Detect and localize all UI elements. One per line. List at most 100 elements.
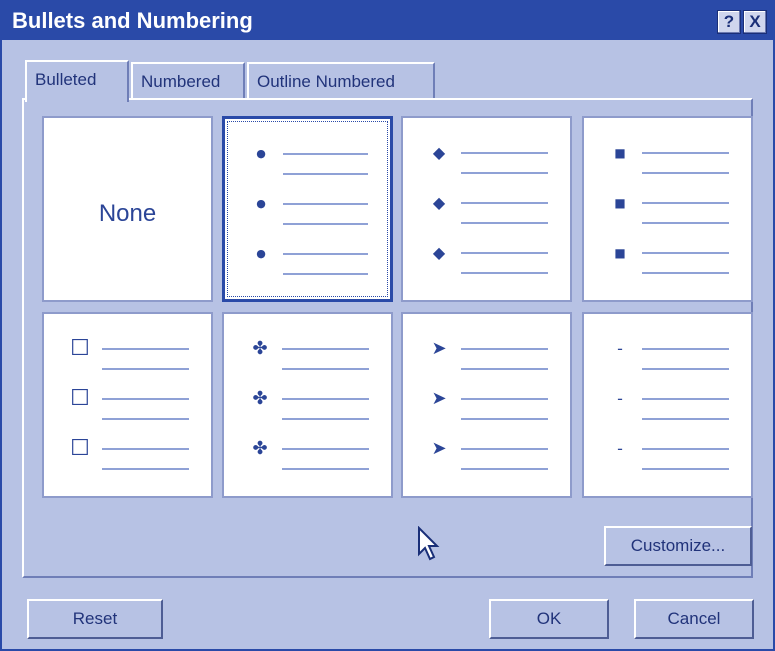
bullet-glyph-icon: ● [256,197,266,210]
text-line-placeholder [642,252,729,254]
bullet-glyph-icon: - [617,439,623,458]
ok-button[interactable]: OK [489,599,609,639]
bullet-preview-row: ✤ [224,338,391,378]
bullet-style-tile[interactable]: ✤ ✤ ✤ [222,312,393,498]
bullet-preview-row: ● [225,143,390,183]
text-line-placeholder [461,272,548,274]
text-line-placeholder [102,398,189,400]
text-line-placeholder [283,223,368,225]
bullet-glyph-icon: ■ [614,146,626,160]
bullet-glyph-icon: ✤ [252,388,268,409]
bullet-style-tile[interactable]: ■ ■ ■ [582,116,753,302]
bullet-style-tile[interactable]: None [42,116,213,302]
text-line-placeholder [461,398,548,400]
text-line-placeholder [102,348,189,350]
bullet-style-tile[interactable]: ➤ ➤ ➤ [401,312,572,498]
text-line-placeholder [642,152,729,154]
text-line-placeholder [642,272,729,274]
text-line-placeholder [282,348,369,350]
bullet-style-tile[interactable]: - - - [582,312,753,498]
mouse-pointer-icon [418,526,440,561]
tab-numbered[interactable]: Numbered [131,62,245,98]
customize-button[interactable]: Customize... [604,526,752,566]
text-line-placeholder [642,418,729,420]
bullet-preview-row: ☐ [44,388,211,428]
bullet-preview-row: ➤ [403,388,570,428]
text-line-placeholder [283,253,368,255]
titlebar[interactable]: Bullets and Numbering ? X [2,2,773,40]
bullet-glyph-icon: ☐ [70,386,90,411]
bullets-and-numbering-dialog: Bullets and Numbering ? X Bulleted Numbe… [0,0,775,651]
close-icon[interactable]: X [743,10,767,34]
text-line-placeholder [461,448,548,450]
text-line-placeholder [642,348,729,350]
text-line-placeholder [461,172,548,174]
bullet-glyph-icon: ■ [614,246,626,260]
text-line-placeholder [461,348,548,350]
none-label: None [98,200,157,227]
text-line-placeholder [282,418,369,420]
text-line-placeholder [282,368,369,370]
text-line-placeholder [283,203,368,205]
text-line-placeholder [282,468,369,470]
bullet-preview-row: - [584,338,751,378]
bullet-glyph-icon: ■ [614,196,626,210]
bullet-preview-row: - [584,438,751,478]
bullet-style-tile[interactable]: ● ● ● [222,116,393,302]
bullet-glyph-icon: ✤ [252,438,268,459]
text-line-placeholder [461,468,548,470]
bullet-glyph-icon: - [617,339,623,358]
bullet-style-tile[interactable]: ☐ ☐ ☐ [42,312,213,498]
reset-button[interactable]: Reset [27,599,163,639]
text-line-placeholder [461,368,548,370]
text-line-placeholder [102,468,189,470]
text-line-placeholder [461,152,548,154]
text-line-placeholder [642,448,729,450]
bullet-style-tile[interactable]: ◆ ◆ ◆ [401,116,572,302]
text-line-placeholder [283,173,368,175]
bullet-glyph-icon: - [617,389,623,408]
bullet-glyph-icon: ◆ [432,193,446,212]
text-line-placeholder [642,202,729,204]
bullet-preview-row: ➤ [403,438,570,478]
text-line-placeholder [282,448,369,450]
bullet-preview-row: ■ [584,142,751,182]
text-line-placeholder [102,448,189,450]
bullet-glyph-icon: ➤ [431,338,447,359]
text-line-placeholder [642,368,729,370]
bullet-glyph-icon: ➤ [431,438,447,459]
bullet-glyph-icon: ◆ [432,143,446,162]
bullet-preview-row: - [584,388,751,428]
tab-outline-numbered[interactable]: Outline Numbered [247,62,435,98]
bullet-glyph-icon: ➤ [431,388,447,409]
bullet-preview-row: ✤ [224,438,391,478]
bullet-preview-row: ■ [584,192,751,232]
text-line-placeholder [461,418,548,420]
cancel-button[interactable]: Cancel [634,599,754,639]
bullet-glyph-icon: ☐ [70,336,90,361]
bullet-glyph-icon: ☐ [70,436,90,461]
bullet-preview-row: ➤ [403,338,570,378]
text-line-placeholder [642,398,729,400]
bullet-preview-row: ☐ [44,438,211,478]
text-line-placeholder [642,222,729,224]
help-icon[interactable]: ? [717,10,741,34]
text-line-placeholder [461,202,548,204]
text-line-placeholder [642,468,729,470]
text-line-placeholder [102,418,189,420]
bullet-glyph-icon: ● [256,247,266,260]
bullet-preview-row: ● [225,243,390,283]
tab-bulleted[interactable]: Bulleted [25,60,129,102]
text-line-placeholder [461,252,548,254]
text-line-placeholder [283,153,368,155]
text-line-placeholder [102,368,189,370]
bullet-preview-row: ■ [584,242,751,282]
text-line-placeholder [283,273,368,275]
bullet-glyph-icon: ◆ [432,243,446,262]
bullet-preview-row: ◆ [403,192,570,232]
bullet-glyph-icon: ✤ [252,338,268,359]
text-line-placeholder [461,222,548,224]
bullet-preview-row: ◆ [403,142,570,182]
bullet-glyph-icon: ● [256,147,266,160]
dialog-title: Bullets and Numbering [12,8,253,33]
